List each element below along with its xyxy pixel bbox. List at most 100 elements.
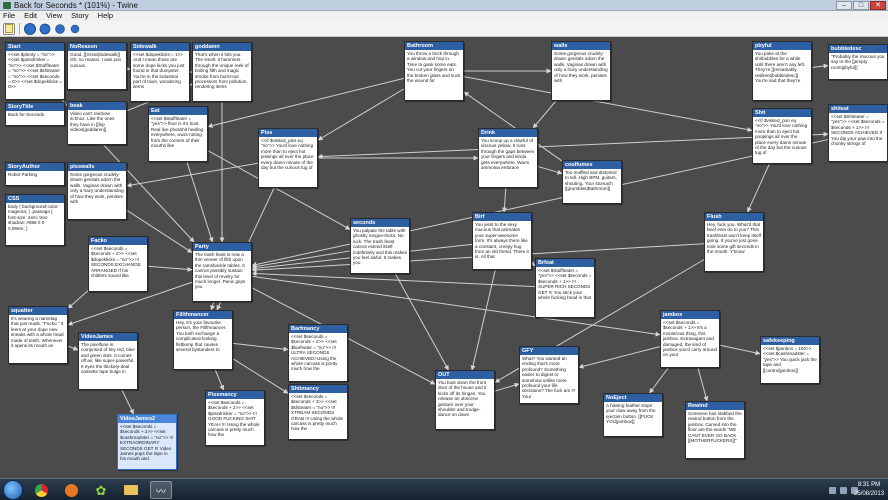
minimize-button[interactable]: – bbox=[836, 1, 852, 10]
zoom-fit-icon[interactable] bbox=[55, 23, 65, 34]
passage-title: Brfeat bbox=[536, 259, 594, 267]
passage-link-arrow bbox=[811, 131, 829, 137]
passage-birf[interactable]: Birf You yield to the sexy mucous that an… bbox=[472, 212, 532, 270]
passage-title: Birf bbox=[473, 213, 531, 221]
passage-title: pbyful bbox=[753, 42, 811, 50]
passage-text: <<set $seconds = $seconds + 2>> <<set $b… bbox=[291, 334, 338, 372]
passage-link-arrow bbox=[811, 63, 829, 69]
passage-link-arrow bbox=[470, 269, 496, 371]
passage-link-arrow bbox=[649, 367, 669, 394]
passage-storytitle[interactable]: StoryTitle Back for Seconds bbox=[5, 102, 65, 126]
new-passage-icon[interactable] bbox=[3, 22, 15, 35]
passage-link-arrow bbox=[317, 88, 405, 141]
tray-flag-icon[interactable] bbox=[829, 486, 836, 494]
passage-piss[interactable]: Piss <<if $visited_piss eq "no">> You'd l… bbox=[258, 128, 318, 188]
passage-text: What? You wanted an ending that's more p… bbox=[522, 356, 576, 399]
passage-text: <<set $jambox = 100>> <<set $cashreadste… bbox=[763, 346, 817, 373]
passage-start[interactable]: Start <<set $plenty = "no">> <<set $pissd… bbox=[5, 42, 65, 100]
passage-link-arrow bbox=[147, 265, 193, 272]
zoom-out-icon[interactable] bbox=[39, 23, 51, 34]
passage-flush[interactable]: Flush Hey, fuck you. What'd that beef eve… bbox=[704, 212, 764, 272]
passage-title: Party bbox=[193, 243, 251, 251]
passage-walls[interactable]: walls Some gorgeous crudely-drawn genital… bbox=[551, 41, 611, 101]
passage-videojames[interactable]: VideoJames The pixelfone is comprised of … bbox=[78, 332, 138, 390]
passage-party[interactable]: Party The trash feast is now a thin venee… bbox=[192, 242, 252, 302]
passage-link-arrow bbox=[697, 367, 709, 402]
passage-safekeeping[interactable]: safekeeping <<set $jambox = 100>> <<set $… bbox=[760, 336, 820, 384]
icq-icon[interactable] bbox=[90, 481, 112, 499]
tray-network-icon[interactable] bbox=[840, 486, 847, 494]
passage-text: Back for Seconds bbox=[8, 112, 45, 117]
passage-sidewalk[interactable]: Sidewalk <<set $dopeklicks = 1>> And I me… bbox=[130, 42, 190, 102]
passage-shiteat[interactable]: shiteat <<set $Shiteater = "yes">> <<set … bbox=[828, 104, 888, 162]
passage-text: Hey, fuck you. What'd that beef ever do … bbox=[707, 222, 761, 255]
passage-text: body { background-color: magenta; } .pas… bbox=[8, 204, 59, 231]
passage-link-arrow bbox=[537, 166, 563, 175]
start-orb-icon[interactable] bbox=[3, 480, 23, 500]
passage-shitmancy[interactable]: Shitmancy <<set $seconds = $seconds + 3>>… bbox=[288, 384, 348, 440]
passage-title: Pissmancy bbox=[206, 391, 264, 399]
menu-help[interactable]: Help bbox=[98, 11, 113, 21]
passage-facko[interactable]: Facko <<set $seconds = $seconds + 2>> <<s… bbox=[88, 236, 148, 292]
passage-storyauthor[interactable]: StoryAuthor Robot Parking bbox=[5, 162, 65, 186]
passage-noreason[interactable]: NoReason Good. [[Great|Sidewalk]] Oh, no … bbox=[67, 42, 127, 90]
menu-view[interactable]: View bbox=[46, 11, 62, 21]
passage-bathroom[interactable]: Bathroom You throw a brick through a wind… bbox=[404, 41, 464, 101]
passage-title: Sidewalk bbox=[131, 43, 189, 51]
passage-squatter[interactable]: squatter It's wearing a nametag that just… bbox=[8, 306, 68, 364]
passage-title: shiteat bbox=[829, 105, 887, 113]
passage-title: Barfmancy bbox=[289, 325, 347, 333]
passage-pbyful[interactable]: pbyful You poke at the shitbubbles for a … bbox=[752, 41, 812, 101]
story-map-canvas[interactable]: Start <<set $plenty = "no">> <<set $pissd… bbox=[0, 38, 888, 478]
passage-jambox[interactable]: jambox <<set $seconds = $seconds + 1>> It… bbox=[660, 310, 720, 368]
passage-pisswalls[interactable]: pisswalls Some gorgeous crudely-drawn gen… bbox=[67, 162, 127, 220]
clock-time: 8:31 PM bbox=[857, 482, 881, 488]
passage-title: goddamn bbox=[193, 43, 251, 51]
passage-title: pisswalls bbox=[68, 163, 126, 171]
passage-link-arrow bbox=[210, 301, 216, 311]
passage-seconds[interactable]: seconds You palpate the table with ghostl… bbox=[350, 218, 410, 274]
passage-barfmancy[interactable]: Barfmancy <<set $seconds = $seconds + 2>>… bbox=[288, 324, 348, 382]
passage-text: Robot Parking bbox=[8, 172, 38, 177]
toolbar-separator bbox=[19, 23, 20, 34]
passage-shit[interactable]: Shit <<if $visited_poo eq "no">> You'd lo… bbox=[752, 108, 812, 164]
passage-title: Start bbox=[6, 43, 64, 51]
passage-title: coolfumes bbox=[563, 161, 621, 169]
passage-out[interactable]: OUT You bust down the front door of the h… bbox=[435, 370, 495, 430]
menu-story[interactable]: Story bbox=[71, 11, 89, 21]
maximize-button[interactable]: □ bbox=[853, 1, 869, 10]
passage-title: Flush bbox=[705, 213, 763, 221]
passage-eat[interactable]: Eat <<set $Staffleater = "yes">> floor is… bbox=[148, 106, 208, 162]
passage-text: <<set $dopeklicks = 1>> And I mean those… bbox=[133, 52, 185, 90]
passage-text: <<if $visited_poo eq "no">> You'd love n… bbox=[755, 118, 808, 156]
menu-edit[interactable]: Edit bbox=[24, 11, 37, 21]
folder-icon[interactable] bbox=[120, 481, 142, 499]
passage-drink[interactable]: Drink You scoop up a clawful of viscous y… bbox=[478, 128, 538, 188]
passage-title: Shitmancy bbox=[289, 385, 347, 393]
twine-icon[interactable] bbox=[150, 481, 172, 499]
zoom-reset-icon[interactable] bbox=[70, 24, 80, 33]
passage-bubbledesc[interactable]: bubbledesc "Probably the mucous you say t… bbox=[828, 44, 888, 80]
media-player-icon[interactable] bbox=[60, 481, 82, 499]
passage-beak[interactable]: beak Video can't rainbow schnoz. Like the… bbox=[67, 101, 127, 145]
menu-bar: File Edit View Story Help bbox=[0, 11, 888, 21]
chrome-icon[interactable] bbox=[30, 481, 52, 499]
passage-css[interactable]: CSS body { background-color: magenta; } .… bbox=[5, 194, 65, 246]
close-button[interactable]: ✕ bbox=[870, 1, 886, 10]
passage-brfeat[interactable]: Brfeat <<set $Staffleater = "yes">> <<set… bbox=[535, 258, 595, 318]
passage-text: You poke at the shitbubbles for a while … bbox=[755, 51, 806, 84]
passage-goddamn[interactable]: goddamn That's when it hits you. The smel… bbox=[192, 42, 252, 102]
passage-fillthmancer[interactable]: Fillthmancer Hey, it's your favourite per… bbox=[173, 310, 233, 370]
menu-file[interactable]: File bbox=[3, 11, 15, 21]
passage-rewind[interactable]: Rewind Someone has stabbed the rewind but… bbox=[685, 401, 745, 459]
passage-pissmancy[interactable]: Pissmancy <<set $seconds = $seconds + 2>>… bbox=[205, 390, 265, 446]
passage-title: Bathroom bbox=[405, 42, 463, 50]
passage-gfy[interactable]: GFY What? You wanted an ending that's mor… bbox=[519, 346, 579, 404]
passage-text: It's wearing a nametag that just reads, … bbox=[11, 316, 64, 349]
taskbar-clock[interactable]: 8:31 PM 25/08/2013 bbox=[854, 481, 884, 499]
zoom-in-icon[interactable] bbox=[24, 22, 36, 35]
passage-coolfumes[interactable]: coolfumes Too muffled and distorted to te… bbox=[562, 160, 622, 204]
passage-noeject[interactable]: NoEject A hissing feather stops your claw… bbox=[603, 393, 663, 437]
passage-link-arrow bbox=[395, 273, 449, 371]
passage-videojames2[interactable]: VideoJames2 <<set $seconds = $seconds + 2… bbox=[117, 414, 177, 470]
